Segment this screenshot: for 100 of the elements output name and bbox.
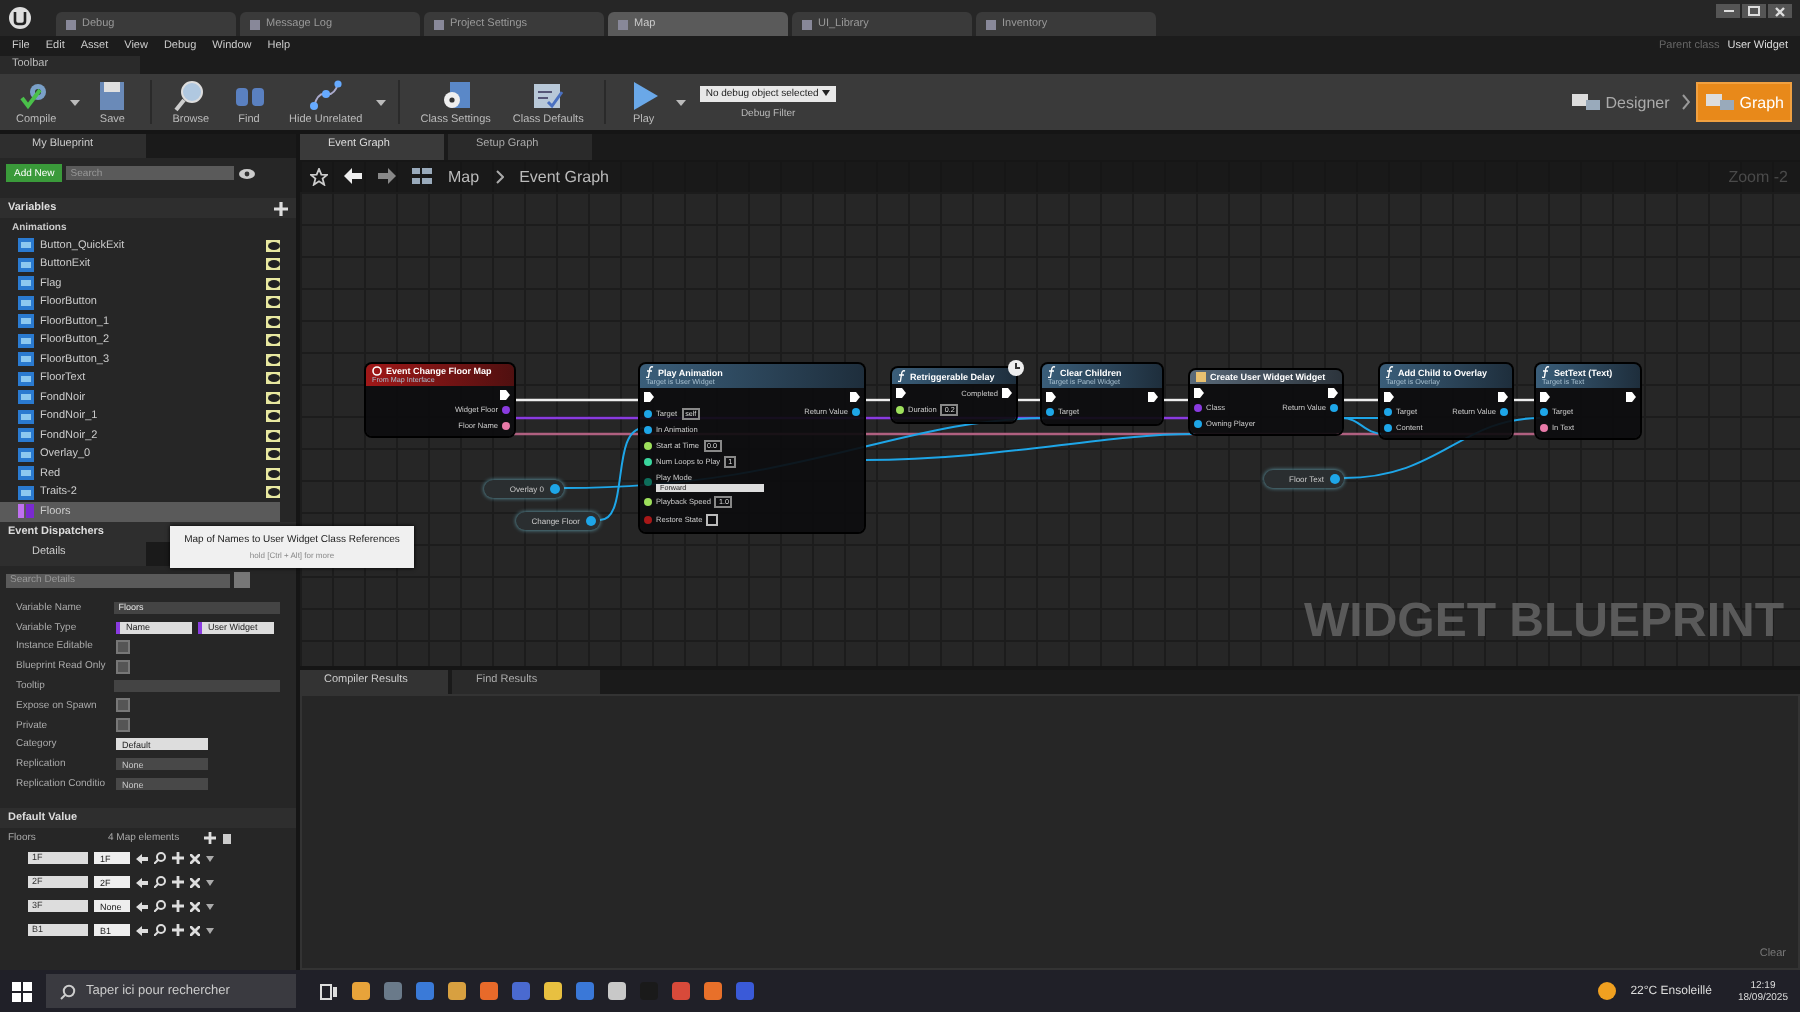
search-icon[interactable] — [154, 852, 166, 865]
visibility-toggle[interactable] — [266, 410, 280, 423]
arrow-icon[interactable] — [136, 901, 148, 912]
pin-icon[interactable] — [586, 516, 596, 526]
forward-arrow-icon[interactable] — [378, 168, 396, 184]
pin-icon[interactable] — [644, 441, 652, 449]
caret-icon[interactable] — [206, 855, 214, 862]
pin-icon[interactable] — [1384, 423, 1392, 431]
eye-icon[interactable] — [238, 167, 257, 179]
plus-icon[interactable] — [172, 876, 184, 889]
visibility-toggle[interactable] — [266, 315, 280, 328]
back-arrow-icon[interactable] — [344, 168, 362, 184]
exec-pin-icon[interactable] — [896, 388, 906, 398]
pin-icon[interactable] — [1330, 474, 1340, 484]
pin-icon[interactable] — [644, 458, 652, 466]
plus-icon[interactable] — [172, 900, 184, 913]
checkbox[interactable] — [116, 659, 130, 674]
visibility-toggle[interactable] — [266, 334, 280, 347]
pin-icon[interactable] — [644, 425, 652, 433]
pin-checkbox[interactable] — [706, 513, 719, 525]
pin-icon[interactable] — [1046, 408, 1054, 416]
close-icon[interactable] — [190, 925, 200, 936]
exec-pin-icon[interactable] — [1194, 388, 1204, 398]
task-view-icon[interactable] — [320, 983, 338, 999]
maximize-button[interactable] — [1742, 4, 1766, 18]
exec-pin-icon[interactable] — [644, 392, 654, 402]
exec-pin-icon[interactable] — [500, 390, 510, 400]
exec-pin-icon[interactable] — [1384, 392, 1394, 402]
exec-wire — [1512, 398, 1536, 402]
exec-pin-icon[interactable] — [1148, 392, 1158, 402]
plus-icon[interactable] — [172, 852, 184, 865]
exec-pin-icon[interactable] — [1046, 392, 1056, 402]
caret-icon[interactable] — [206, 879, 214, 886]
caret-icon[interactable] — [675, 99, 686, 105]
caret-icon[interactable] — [206, 903, 214, 910]
arrow-icon[interactable] — [136, 877, 148, 888]
exec-pin-icon[interactable] — [1626, 392, 1636, 402]
checkbox[interactable] — [116, 718, 130, 733]
windows-logo-icon[interactable] — [12, 981, 32, 1001]
plus-icon[interactable] — [274, 201, 288, 215]
exec-pin-icon[interactable] — [1002, 388, 1012, 398]
visibility-toggle[interactable] — [266, 391, 280, 404]
visibility-toggle[interactable] — [266, 258, 280, 271]
pin-icon[interactable] — [502, 421, 510, 429]
caret-icon[interactable] — [376, 99, 387, 105]
pin-icon[interactable] — [644, 409, 652, 417]
map-variable-icon — [18, 504, 34, 519]
search-icon[interactable] — [154, 900, 166, 913]
visibility-toggle[interactable] — [266, 277, 280, 290]
visibility-toggle[interactable] — [266, 429, 280, 442]
close-button[interactable] — [1768, 4, 1792, 18]
pin-icon[interactable] — [1384, 408, 1392, 416]
close-icon[interactable] — [190, 901, 200, 912]
star-icon[interactable] — [310, 167, 328, 185]
exec-wire — [1016, 398, 1042, 402]
plus-icon[interactable] — [172, 924, 184, 937]
close-icon[interactable] — [190, 853, 200, 864]
arrow-icon[interactable] — [136, 925, 148, 936]
visibility-toggle[interactable] — [266, 372, 280, 385]
visibility-toggle[interactable] — [266, 239, 280, 252]
pin-icon[interactable] — [1194, 419, 1202, 427]
pin-icon[interactable] — [1500, 408, 1508, 416]
text-field[interactable] — [114, 680, 280, 693]
caret-icon[interactable] — [70, 99, 81, 105]
search-icon[interactable] — [154, 876, 166, 889]
visibility-toggle[interactable] — [266, 353, 280, 366]
widget-icon — [1196, 372, 1206, 382]
function-icon — [1542, 366, 1550, 378]
breadcrumb-item[interactable]: Map — [448, 167, 480, 185]
visibility-toggle[interactable] — [266, 486, 280, 499]
pin-icon[interactable] — [1330, 404, 1338, 412]
visibility-toggle[interactable] — [266, 296, 280, 309]
checkbox[interactable] — [116, 698, 130, 713]
arrow-icon[interactable] — [136, 853, 148, 864]
magnifier-icon — [172, 79, 209, 111]
pin-icon[interactable] — [1540, 408, 1548, 416]
visibility-toggle[interactable] — [266, 467, 280, 480]
exec-pin-icon[interactable] — [850, 392, 860, 402]
exec-pin-icon[interactable] — [1328, 388, 1338, 398]
pin-icon[interactable] — [644, 498, 652, 506]
trash-icon[interactable] — [222, 831, 232, 844]
caret-icon[interactable] — [206, 927, 214, 934]
pin-icon[interactable] — [1540, 423, 1548, 431]
pin-icon[interactable] — [852, 408, 860, 416]
search-icon[interactable] — [154, 924, 166, 937]
pin-icon[interactable] — [896, 405, 904, 413]
breadcrumb-item[interactable]: Event Graph — [519, 167, 609, 185]
exec-pin-icon[interactable] — [1540, 392, 1550, 402]
minimize-button[interactable] — [1716, 4, 1740, 18]
close-icon[interactable] — [190, 877, 200, 888]
exec-pin-icon[interactable] — [1498, 392, 1508, 402]
caret-icon — [822, 90, 831, 96]
function-icon — [1048, 366, 1056, 378]
pin-icon[interactable] — [550, 484, 560, 494]
plus-icon[interactable] — [204, 831, 216, 844]
search-icon — [60, 983, 76, 999]
visibility-toggle[interactable] — [266, 448, 280, 461]
mode-button[interactable]: Designer — [1563, 82, 1676, 122]
engine-logo-icon — [8, 6, 32, 30]
checkbox[interactable] — [116, 639, 130, 654]
